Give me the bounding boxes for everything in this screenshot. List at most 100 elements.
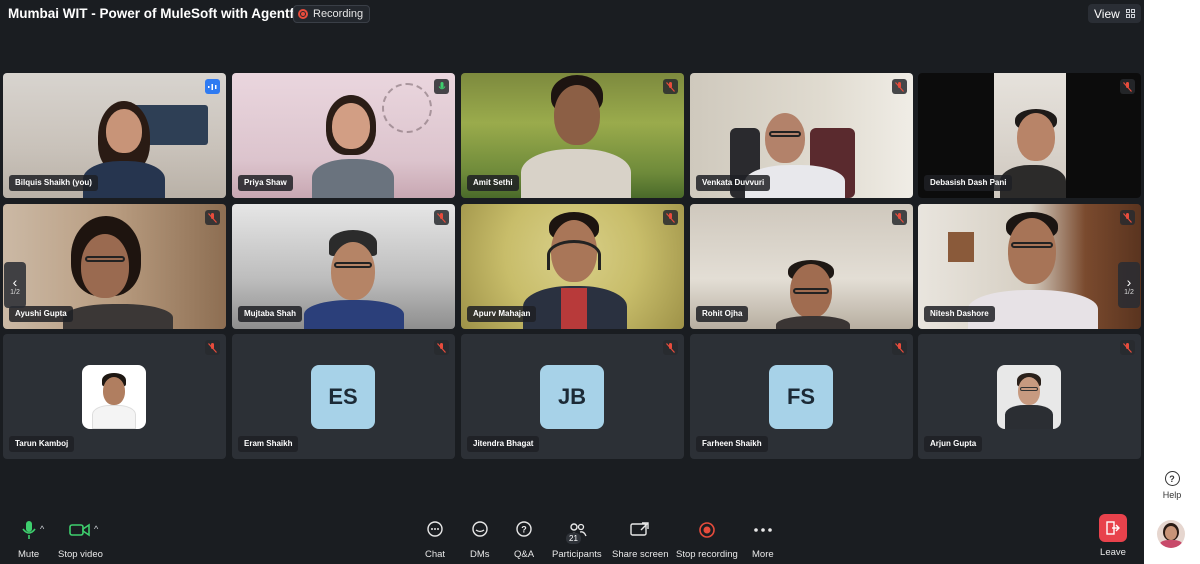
mute-label: Mute xyxy=(18,549,40,560)
participant-photo xyxy=(997,365,1061,429)
help-button[interactable]: ? Help xyxy=(1158,471,1186,500)
page-indicator-right: 1/2 xyxy=(1124,288,1134,296)
stop-recording-label: Stop recording xyxy=(676,549,738,560)
participant-tile[interactable]: Venkata Duvvuri xyxy=(690,73,913,198)
mic-muted-icon xyxy=(663,79,678,94)
participant-tile[interactable]: Arjun Gupta xyxy=(918,334,1141,459)
participant-name: Nitesh Dashore xyxy=(924,306,995,322)
participant-name: Arjun Gupta xyxy=(924,436,983,452)
participant-tile[interactable]: Amit Sethi xyxy=(461,73,684,198)
participant-initials: ES xyxy=(311,365,375,429)
mic-muted-icon xyxy=(892,210,907,225)
participant-name: Farheen Shaikh xyxy=(696,436,768,452)
leave-button[interactable]: Leave xyxy=(1099,514,1127,558)
dms-button[interactable]: DMs xyxy=(470,517,490,560)
meeting-title: Mumbai WIT - Power of MuleSoft with Agen… xyxy=(8,6,323,21)
participant-name: Amit Sethi xyxy=(467,175,519,191)
mic-muted-icon xyxy=(1120,210,1135,225)
audio-options-caret-icon[interactable]: ^ xyxy=(40,524,44,534)
participant-name: Bilquis Shaikh (you) xyxy=(9,175,98,191)
mic-muted-icon xyxy=(663,340,678,355)
participant-tile[interactable]: Apurv Mahajan xyxy=(461,204,684,329)
mic-muted-icon xyxy=(434,340,449,355)
participant-initials: JB xyxy=(540,365,604,429)
chat-label: Chat xyxy=(425,549,446,560)
participant-name: Debasish Dash Pani xyxy=(924,175,1013,191)
participant-name: Rohit Ojha xyxy=(696,306,749,322)
participant-name: Ayushi Gupta xyxy=(9,306,73,322)
leave-label: Leave xyxy=(1100,547,1126,558)
qa-button[interactable]: ? Q&A xyxy=(514,517,534,560)
participant-name: Jitendra Bhagat xyxy=(467,436,540,452)
mic-icon xyxy=(21,517,37,543)
participant-tile[interactable]: Debasish Dash Pani xyxy=(918,73,1141,198)
mic-muted-icon xyxy=(892,79,907,94)
participant-tile[interactable]: JB Jitendra Bhagat xyxy=(461,334,684,459)
video-options-caret-icon[interactable]: ^ xyxy=(94,524,98,534)
prev-page-button[interactable]: ‹ 1/2 xyxy=(4,262,26,308)
mic-muted-icon xyxy=(892,340,907,355)
participant-photo xyxy=(82,365,146,429)
mic-on-icon xyxy=(434,79,449,94)
participants-label: Participants xyxy=(552,549,602,560)
mute-button[interactable]: Mute xyxy=(18,517,39,560)
meeting-header: Mumbai WIT - Power of MuleSoft with Agen… xyxy=(0,0,1144,28)
participants-count-badge: 21 xyxy=(566,533,581,544)
mic-muted-icon xyxy=(434,210,449,225)
stop-recording-button[interactable]: Stop recording xyxy=(676,517,738,560)
side-panel: ? Help xyxy=(1144,0,1200,564)
more-button[interactable]: More xyxy=(752,517,774,560)
mic-muted-icon xyxy=(1120,340,1135,355)
view-button[interactable]: View xyxy=(1088,4,1141,23)
participant-tile[interactable]: Tarun Kamboj xyxy=(3,334,226,459)
participant-tile[interactable]: FS Farheen Shaikh xyxy=(690,334,913,459)
record-icon xyxy=(698,517,716,543)
recording-icon xyxy=(298,9,308,19)
page-indicator-left: 1/2 xyxy=(10,288,20,296)
dm-bubble-icon xyxy=(471,517,489,543)
chat-button[interactable]: Chat xyxy=(425,517,445,560)
help-icon: ? xyxy=(1164,471,1180,486)
participant-name: Mujtaba Shah xyxy=(238,306,303,322)
participant-name: Venkata Duvvuri xyxy=(696,175,771,191)
more-label: More xyxy=(752,549,774,560)
grid-icon xyxy=(1125,9,1135,18)
svg-text:?: ? xyxy=(521,525,527,535)
mic-muted-icon xyxy=(205,210,220,225)
share-screen-label: Share screen xyxy=(612,549,669,560)
mic-muted-icon xyxy=(663,210,678,225)
participant-tile[interactable]: Mujtaba Shah xyxy=(232,204,455,329)
avatar[interactable] xyxy=(1157,520,1185,548)
participant-name: Priya Shaw xyxy=(238,175,293,191)
more-dots-icon xyxy=(753,517,773,543)
chevron-left-icon: ‹ xyxy=(12,273,18,290)
recording-label: Recording xyxy=(313,8,364,20)
help-label: Help xyxy=(1162,490,1182,500)
participant-name: Apurv Mahajan xyxy=(467,306,537,322)
dms-label: DMs xyxy=(470,549,490,560)
participant-tile[interactable]: Bilquis Shaikh (you) xyxy=(3,73,226,198)
participant-name: Eram Shaikh xyxy=(238,436,299,452)
participant-tile[interactable]: Rohit Ojha xyxy=(690,204,913,329)
participant-name: Tarun Kamboj xyxy=(9,436,75,452)
mic-muted-icon xyxy=(1120,79,1135,94)
stop-video-label: Stop video xyxy=(58,549,103,560)
share-screen-icon xyxy=(630,517,650,543)
view-label: View xyxy=(1094,6,1120,21)
share-screen-button[interactable]: Share screen xyxy=(612,517,669,560)
chevron-right-icon: › xyxy=(1126,273,1132,290)
participant-tile[interactable]: Nitesh Dashore xyxy=(918,204,1141,329)
participant-tile[interactable]: Ayushi Gupta xyxy=(3,204,226,329)
question-icon: ? xyxy=(515,517,533,543)
mic-muted-icon xyxy=(205,340,220,355)
next-page-button[interactable]: › 1/2 xyxy=(1118,262,1140,308)
participant-tile[interactable]: ES Eram Shaikh xyxy=(232,334,455,459)
qa-label: Q&A xyxy=(514,549,535,560)
video-camera-icon xyxy=(69,517,91,543)
chat-bubble-icon xyxy=(426,517,444,543)
audio-wave-icon xyxy=(205,79,220,94)
recording-badge: Recording xyxy=(293,5,371,23)
participant-tile[interactable]: Priya Shaw xyxy=(232,73,455,198)
participant-initials: FS xyxy=(769,365,833,429)
leave-door-icon xyxy=(1099,514,1127,542)
